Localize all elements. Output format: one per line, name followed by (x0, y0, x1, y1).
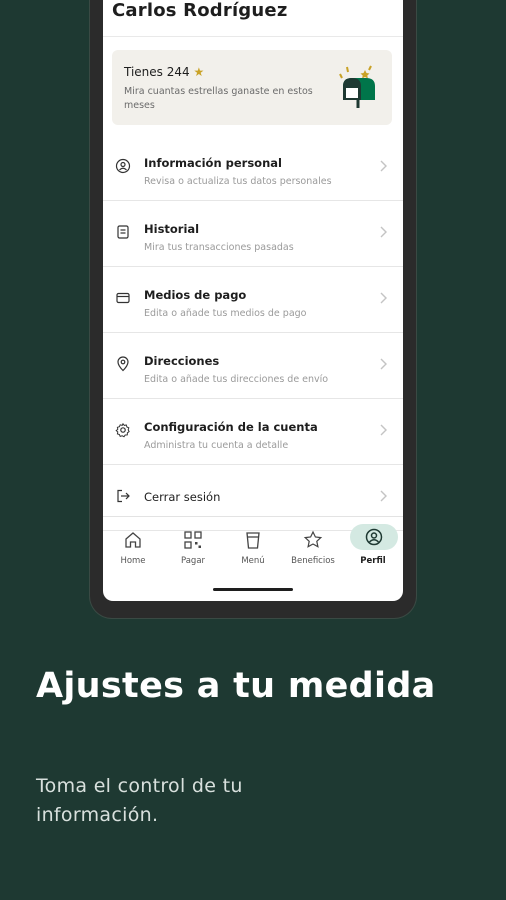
menu-item-subtitle: Revisa o actualiza tus datos personales (144, 176, 332, 187)
logout-icon (117, 489, 130, 503)
menu-item-subtitle: Edita o añade tus medios de pago (144, 308, 307, 319)
menu-item-account-settings[interactable]: Configuración de la cuenta Administra tu… (103, 399, 403, 465)
stars-subtitle: Mira cuantas estrellas ganaste en estos … (124, 86, 313, 111)
chevron-right-icon (380, 226, 387, 238)
tab-home[interactable]: Home (103, 517, 163, 577)
chevron-right-icon (380, 160, 387, 172)
menu-item-title: Direcciones (144, 354, 220, 368)
menu-item-history[interactable]: Historial Mira tus transacciones pasadas (103, 201, 403, 267)
promo-headline: Ajustes a tu medida (36, 666, 436, 706)
tab-profile[interactable]: Perfil (343, 517, 403, 577)
menu-item-title: Cerrar sesión (144, 490, 221, 504)
menu-item-addresses[interactable]: Direcciones Edita o añade tus direccione… (103, 333, 403, 399)
tab-label: Beneficios (291, 556, 335, 566)
menu-item-title: Configuración de la cuenta (144, 420, 318, 434)
cup-icon (246, 532, 260, 549)
profile-menu: Información personal Revisa o actualiza … (103, 135, 403, 531)
home-icon (125, 532, 141, 548)
chevron-right-icon (380, 358, 387, 370)
menu-item-title: Historial (144, 222, 200, 236)
star-icon: ★ (193, 65, 205, 79)
tab-label: Home (120, 556, 146, 566)
mailbox-icon (339, 65, 375, 108)
chevron-right-icon (380, 424, 387, 436)
person-icon (115, 158, 131, 174)
menu-item-title: Medios de pago (144, 288, 247, 302)
tab-label: Perfil (360, 556, 386, 566)
location-pin-icon (117, 356, 129, 372)
tab-menu[interactable]: Menú (223, 517, 283, 577)
divider (103, 36, 403, 37)
promo-subtext: Toma el control de tu información. (36, 775, 243, 826)
menu-item-personal-info[interactable]: Información personal Revisa o actualiza … (103, 135, 403, 201)
menu-item-subtitle: Administra tu cuenta a detalle (144, 440, 289, 451)
bottom-tab-bar: Home Pagar Menú Beneficios Perfil (103, 516, 403, 577)
phone-screen: Carlos Rodríguez Tienes 244 ★ Mira cuant… (103, 0, 403, 601)
receipt-icon (117, 225, 129, 239)
stars-title: Tienes 244 ★ (124, 65, 204, 79)
tab-benefits[interactable]: Beneficios (283, 517, 343, 577)
phone-frame: Carlos Rodríguez Tienes 244 ★ Mira cuant… (90, 0, 416, 618)
menu-item-subtitle: Mira tus transacciones pasadas (144, 242, 294, 253)
menu-item-payment-methods[interactable]: Medios de pago Edita o añade tus medios … (103, 267, 403, 333)
tab-label: Pagar (180, 556, 206, 566)
tab-pay[interactable]: Pagar (163, 517, 223, 577)
card-icon (116, 292, 130, 304)
menu-item-title: Información personal (144, 156, 282, 170)
stars-count-label: Tienes 244 (124, 65, 190, 79)
tab-label: Menú (241, 556, 265, 566)
gear-icon (115, 422, 130, 438)
home-indicator[interactable] (213, 588, 293, 591)
profile-icon (365, 528, 383, 546)
chevron-right-icon (380, 292, 387, 304)
qr-icon (184, 531, 202, 549)
star-icon (303, 530, 323, 548)
menu-item-subtitle: Edita o añade tus direcciones de envío (144, 374, 329, 385)
stars-card[interactable]: Tienes 244 ★ Mira cuantas estrellas gana… (112, 50, 392, 125)
chevron-right-icon (380, 490, 387, 502)
profile-name: Carlos Rodríguez (112, 0, 288, 21)
